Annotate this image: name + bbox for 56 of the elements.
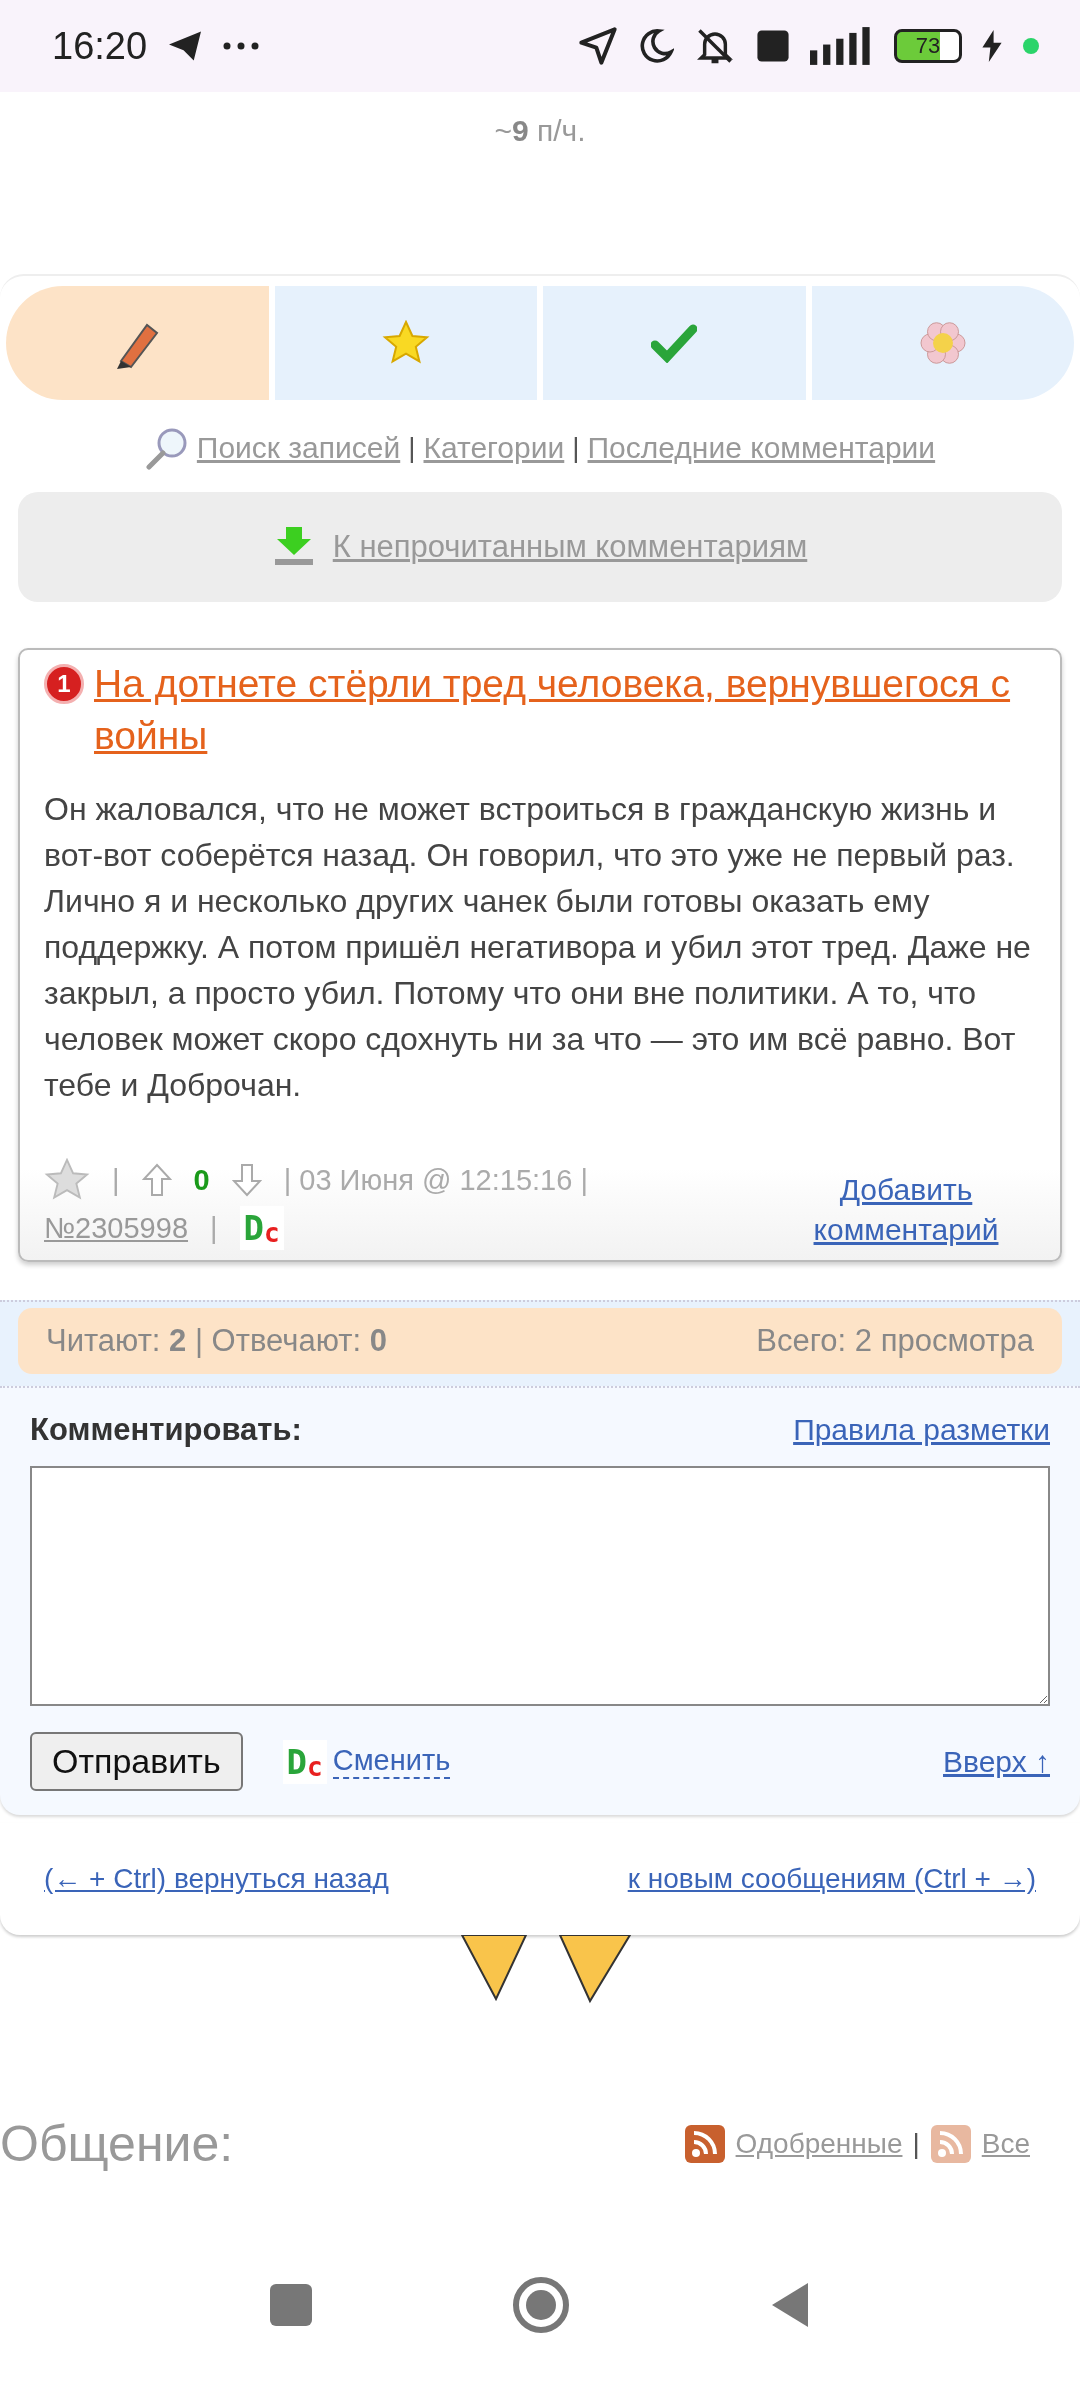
- rss-icon: [683, 2124, 726, 2164]
- home-icon[interactable]: [512, 2276, 570, 2334]
- back-link[interactable]: (← + Ctrl) вернуться назад: [44, 1863, 389, 1895]
- download-icon: [272, 527, 315, 567]
- logo: Dc: [282, 1739, 327, 1784]
- views-text: Всего: 2 просмотра: [756, 1323, 1034, 1359]
- post-body: Он жаловался, что не может встроиться в гражданскую жизнь и вот-вот соберётся назад. Он говорил, что это уже не первый раз. Лично я и несколько других чанек были готовы оказать ему поддержку. А потом пришёл негативора и убил этот тред. Даже не закрыл, а просто убил. Потому что они вне политики. А то, что человек может скоро сдохнуть ни за что — это им всё равно. Вот тебе и Доброчан.: [44, 790, 1032, 1105]
- number-badge: 1: [44, 664, 84, 704]
- nav-link[interactable]: Категории: [423, 431, 565, 465]
- forward-link[interactable]: к новым сообщениям (Ctrl + →): [627, 1863, 1036, 1895]
- back-icon[interactable]: [770, 2281, 810, 2329]
- meta-text: |: [112, 1163, 120, 1197]
- unread-comments-button[interactable]: К непрочитанным комментариям: [18, 492, 1062, 602]
- moon-icon: [638, 28, 674, 64]
- muted-bell-icon: [694, 27, 736, 65]
- top-link[interactable]: Вверх ↑: [943, 1744, 1050, 1779]
- send-icon: [167, 30, 204, 62]
- clock: 16:20: [52, 24, 148, 68]
- add-comment-link[interactable]: Добавить комментарий: [806, 1170, 1006, 1250]
- recents-icon[interactable]: [270, 2284, 312, 2326]
- tab[interactable]: [6, 286, 269, 400]
- flower-icon: [918, 319, 967, 367]
- star-icon[interactable]: [44, 1158, 90, 1202]
- stats-text: Читают: 2 | Отвечают: 0: [46, 1323, 387, 1359]
- star-icon: [381, 320, 430, 366]
- nav-link[interactable]: Поиск записей: [196, 431, 401, 465]
- nav-link[interactable]: Последние комментарии: [587, 431, 936, 465]
- rss-icon: [929, 2124, 972, 2164]
- send-button[interactable]: Отправить: [30, 1732, 243, 1791]
- rate-text: ~9 п/ч.: [493, 114, 587, 149]
- up-arrow-icon[interactable]: [141, 1163, 172, 1197]
- search-icon: [144, 426, 189, 470]
- section-heading: Общение:: [0, 2115, 234, 2173]
- logo: Dc: [239, 1206, 284, 1250]
- post-number-link[interactable]: №2305998: [44, 1211, 188, 1245]
- post-title[interactable]: На дотнете стёрли тред человека, вернувшегося с войны: [94, 658, 1036, 762]
- score: 0: [193, 1163, 210, 1197]
- separator: |: [572, 432, 580, 464]
- checkmark-icon: [651, 323, 698, 363]
- markup-rules-link[interactable]: Правила разметки: [793, 1413, 1050, 1447]
- more-icon: [223, 42, 260, 50]
- location-icon: [578, 26, 618, 66]
- feed-link[interactable]: Все: [981, 2128, 1030, 2160]
- feed-link[interactable]: Одобренные: [735, 2128, 903, 2160]
- down-arrow-icon[interactable]: [231, 1163, 262, 1197]
- separator: |: [408, 432, 416, 464]
- form-label: Комментировать:: [30, 1412, 302, 1448]
- meta-text: |: [210, 1211, 218, 1245]
- charging-icon: [982, 30, 1002, 62]
- separator: |: [912, 2128, 920, 2160]
- meta-text: | 03 Июня @ 12:15:16 |: [283, 1163, 588, 1197]
- change-link[interactable]: Сменить: [332, 1744, 451, 1779]
- battery: 73: [894, 29, 962, 63]
- tab[interactable]: [811, 286, 1074, 400]
- status-dot-icon: [1022, 37, 1040, 55]
- comment-field[interactable]: [30, 1466, 1050, 1706]
